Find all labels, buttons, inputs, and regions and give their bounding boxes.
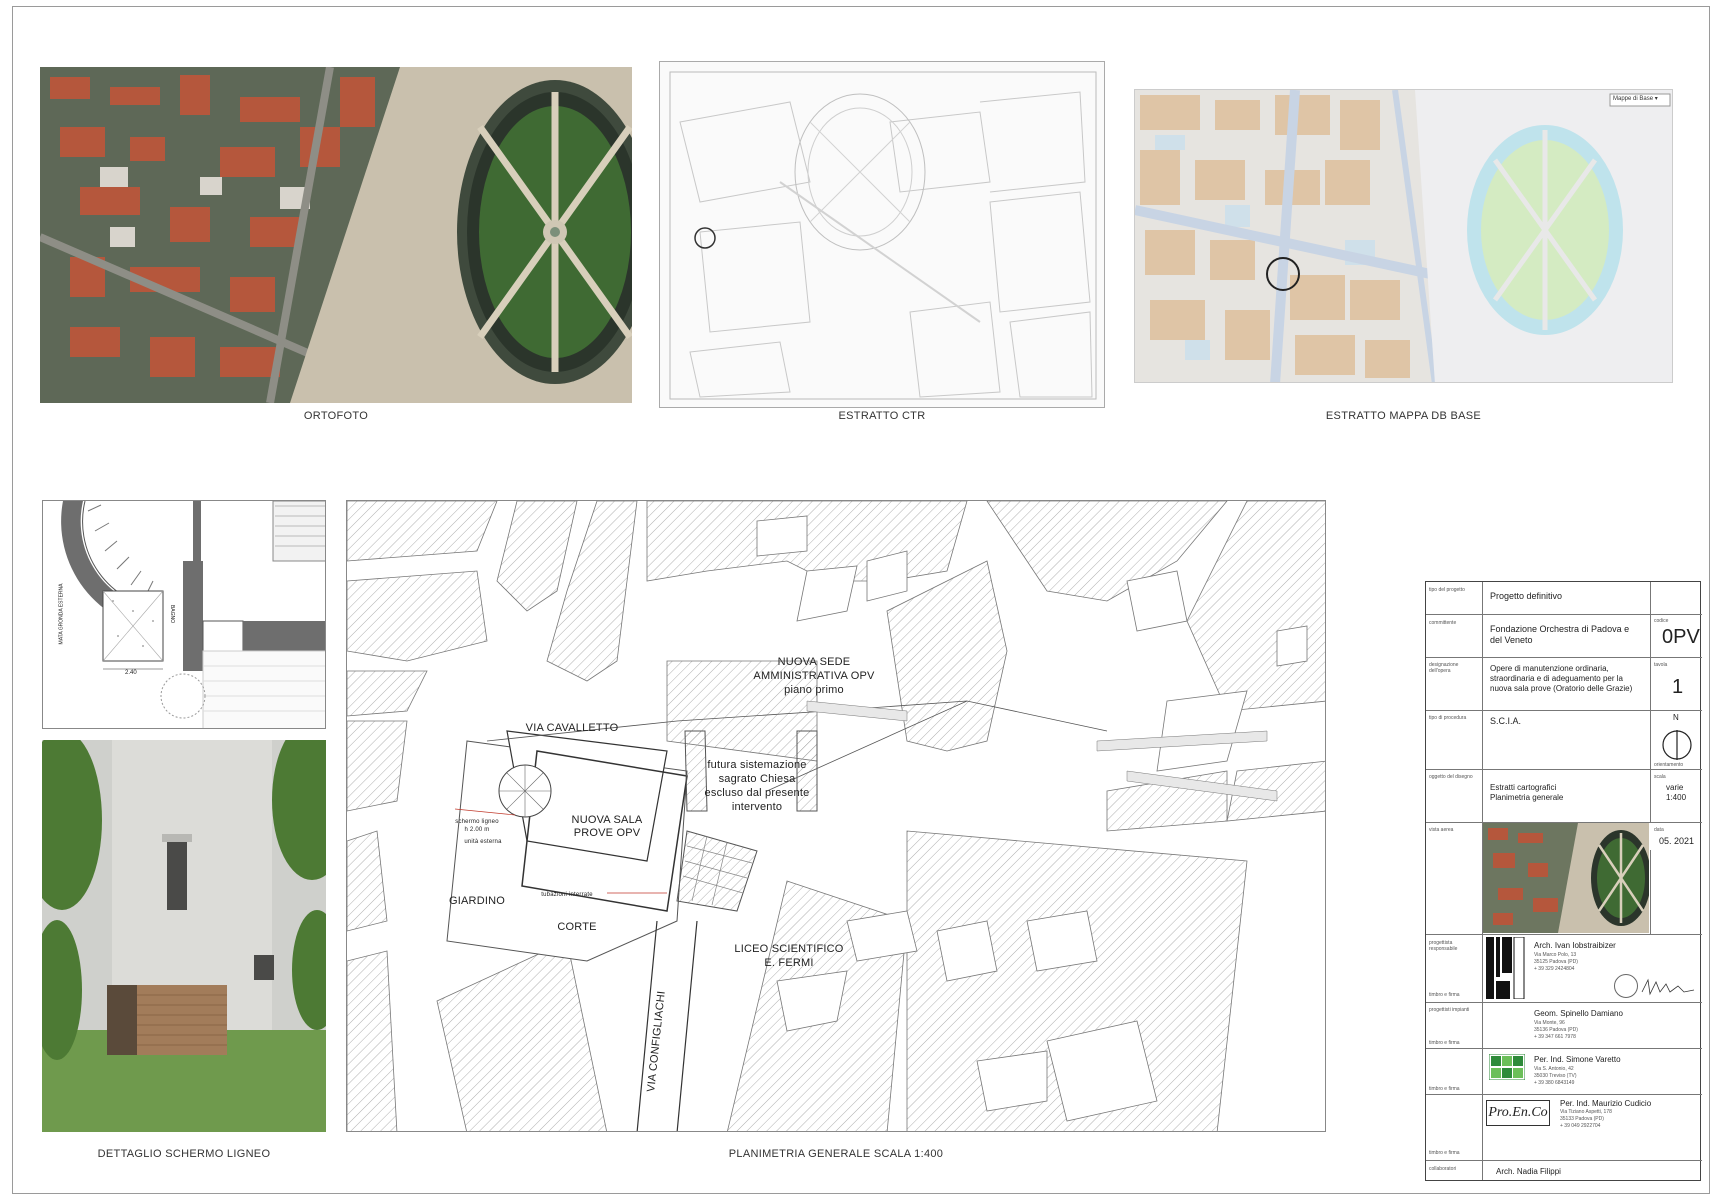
- detail-vertical-label: MATA GRONDA ESTERNA: [58, 583, 65, 645]
- spinello-name: Geom. Spinello Damiano: [1534, 1009, 1623, 1018]
- estratto-ctr-image: [659, 61, 1105, 408]
- cudicio-addr-1: Via Tiziano Aspetti, 178: [1560, 1109, 1612, 1115]
- vista-label: vista aerea: [1429, 827, 1454, 833]
- label-nuova-sede: NUOVA SEDE: [777, 656, 851, 668]
- oggetto-label: oggetto del disegno: [1429, 774, 1473, 780]
- varetto-addr-2: 35030 Treviso (TV): [1534, 1073, 1577, 1079]
- spinello-addr-3: + 39 347 661 7978: [1534, 1034, 1576, 1040]
- progettista-addr-1: Via Marco Polo, 13: [1534, 952, 1577, 958]
- mappe-di-base-button[interactable]: Mappe di Base ▾: [1613, 95, 1658, 102]
- detail-plan-drawing: 2.40 MATA GRONDA ESTERNA BAGNO: [42, 500, 326, 729]
- north-arrow-icon: [1660, 720, 1694, 762]
- label-futura-3: escluso dal presente: [704, 787, 810, 799]
- varetto-addr-1: Via S. Antonio, 42: [1534, 1066, 1574, 1072]
- orientamento-label: orientamento: [1654, 762, 1684, 768]
- tb-divider: [1426, 657, 1702, 658]
- detail-dimension: 2.40: [125, 670, 137, 676]
- timbro-label-1: timbro e firma: [1429, 992, 1460, 998]
- label-futura-2: sagrato Chiesa: [718, 773, 796, 785]
- numero-value: 1: [1672, 676, 1684, 698]
- label-futura-1: futura sistemazione: [707, 759, 807, 771]
- tb-divider: [1426, 769, 1702, 770]
- data-label: data: [1654, 827, 1664, 833]
- tb-divider: [1426, 1048, 1702, 1049]
- cudicio-addr-2: 35133 Padova (PD): [1560, 1116, 1604, 1122]
- codice-label: codice: [1654, 618, 1669, 624]
- progettista-addr-3: + 39 329 2424804: [1534, 966, 1575, 972]
- collaboratori-label: collaboratori: [1429, 1166, 1457, 1172]
- tb-divider: [1426, 710, 1702, 711]
- proenco-logo: Pro.En.Co: [1486, 1100, 1550, 1126]
- planimetria-drawing: NUOVA SEDE AMMINISTRATIVA OPV piano prim…: [346, 500, 1326, 1132]
- collaboratori-value: Arch. Nadia Filippi: [1496, 1167, 1561, 1176]
- label-corte: CORTE: [557, 921, 597, 933]
- tipo-procedura-label: tipo di procedura: [1429, 715, 1467, 721]
- timbro-label-4: timbro e firma: [1429, 1150, 1460, 1156]
- tipo-procedura-value: S.C.I.A.: [1490, 716, 1522, 726]
- scala-label: scala: [1654, 774, 1666, 780]
- designazione-value: Opere di manutenzione ordinaria, straord…: [1490, 664, 1633, 693]
- label-tubazioni: tubazioni interrate: [541, 892, 593, 898]
- label-unita: unità esterna: [464, 839, 502, 845]
- oggetto-value-2: Planimetria generale: [1490, 793, 1564, 802]
- label-schermo: schermo ligneo: [455, 819, 499, 825]
- vista-aerea-thumbnail: [1483, 823, 1649, 933]
- spinello-addr-2: 35136 Padova (PD): [1534, 1027, 1578, 1033]
- label-piano-primo: piano primo: [784, 684, 844, 696]
- label-schermo-h: h 2.00 m: [464, 827, 490, 833]
- caption-estratto-ctr: ESTRATTO CTR: [838, 410, 926, 422]
- label-liceo-1: LICEO SCIENTIFICO: [734, 943, 844, 955]
- tb-divider: [1426, 1160, 1702, 1161]
- cudicio-addr-3: + 39 049 2922704: [1560, 1123, 1601, 1129]
- varetto-name: Per. Ind. Simone Varetto: [1534, 1055, 1621, 1064]
- tb-divider: [1426, 1094, 1702, 1095]
- label-futura-4: intervento: [731, 801, 783, 813]
- varetto-logo-icon: [1488, 1053, 1526, 1081]
- title-block: tipo del progetto Progetto definitivo co…: [1425, 581, 1702, 1181]
- designazione-label: designazione dell'opera: [1429, 662, 1459, 674]
- tipo-value: Progetto definitivo: [1490, 591, 1563, 601]
- stamp-seal: [1614, 974, 1638, 998]
- progettista-label: progettista responsabile: [1429, 940, 1458, 952]
- ortofoto-image: [40, 67, 632, 403]
- timbro-label-2: timbro e firma: [1429, 1040, 1460, 1046]
- label-amministrativa: AMMINISTRATIVA OPV: [753, 670, 875, 682]
- progettista-addr-2: 35125 Padova (PD): [1534, 959, 1578, 965]
- caption-ortofoto: ORTOFOTO: [303, 410, 369, 422]
- scala-value-2: 1:400: [1666, 793, 1687, 802]
- codice-value: 0PV: [1662, 626, 1700, 648]
- committente-value: Fondazione Orchestra di Padova e del Ven…: [1490, 624, 1630, 645]
- label-via-cavalletto: VIA CAVALLETTO: [525, 722, 619, 734]
- progettista-logo: [1486, 936, 1526, 1000]
- caption-dettaglio: DETTAGLIO SCHERMO LIGNEO: [97, 1148, 271, 1160]
- north-label: N: [1673, 713, 1679, 722]
- progettista-name: Arch. Ivan Iobstraibizer: [1534, 941, 1616, 950]
- tb-divider: [1426, 1002, 1702, 1003]
- label-liceo-2: E. FERMI: [764, 957, 814, 969]
- detail-bagno-label: BAGNO: [169, 604, 176, 624]
- data-value: 05. 2021: [1659, 836, 1695, 846]
- label-giardino: GIARDINO: [449, 895, 505, 907]
- committente-label: committente: [1429, 620, 1457, 626]
- varetto-addr-3: + 39 380 6843149: [1534, 1080, 1575, 1086]
- cudicio-name: Per. Ind. Maurizio Cudicio: [1560, 1099, 1652, 1108]
- label-nuova-sala-2: PROVE OPV: [573, 827, 641, 839]
- caption-planimetria: PLANIMETRIA GENERALE SCALA 1:400: [728, 1148, 944, 1160]
- tipo-label: tipo del progetto: [1429, 587, 1465, 593]
- caption-estratto-mappa: ESTRATTO MAPPA DB BASE: [1325, 410, 1482, 422]
- estratto-mappa-image: Mappe di Base ▾: [1134, 89, 1673, 383]
- label-nuova-sala-1: NUOVA SALA: [571, 814, 643, 826]
- impianti-label: progettisti impianti: [1429, 1007, 1470, 1013]
- dettaglio-photo: [42, 740, 326, 1132]
- timbro-label-3: timbro e firma: [1429, 1086, 1460, 1092]
- tb-divider: [1426, 614, 1702, 615]
- tb-divider: [1426, 934, 1702, 935]
- spinello-addr-1: Via Monte, 96: [1534, 1020, 1565, 1026]
- signature-mark: [1640, 978, 1696, 1003]
- numero-label: tavola: [1654, 662, 1668, 668]
